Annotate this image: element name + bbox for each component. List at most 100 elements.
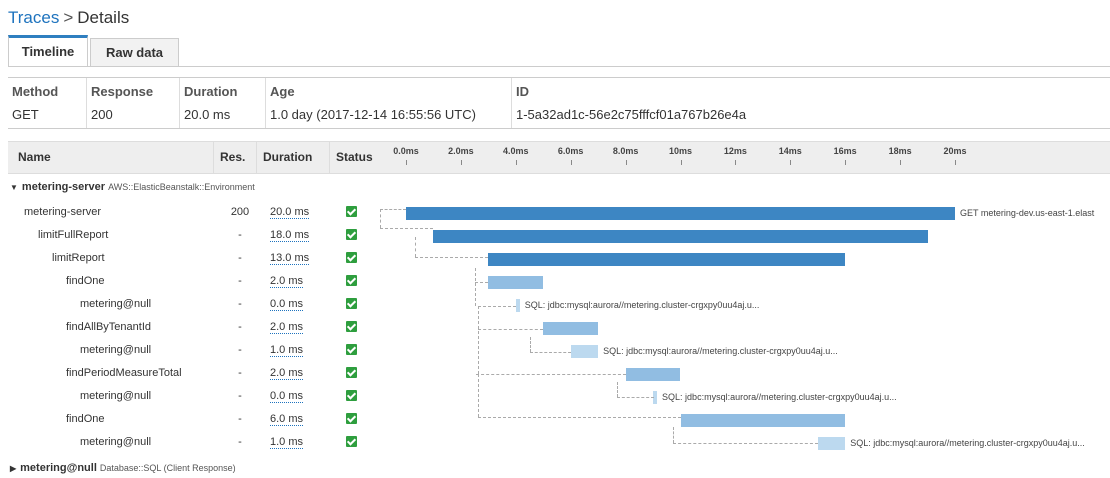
segment-name: metering@null	[80, 298, 152, 310]
segment-bar-label: SQL: jdbc:mysql:aurora//metering.cluster…	[524, 300, 760, 310]
segment-bar[interactable]	[570, 345, 599, 358]
segment-bar[interactable]	[488, 253, 846, 266]
connector-line	[478, 306, 516, 307]
connector-line	[530, 337, 531, 352]
section-type: AWS::ElasticBeanstalk::Environment	[108, 182, 255, 192]
breadcrumb-current: Details	[77, 8, 130, 27]
segment-name: metering@null	[80, 390, 152, 402]
segment-name: limitReport	[52, 252, 105, 264]
segment-duration-link[interactable]: 0.0 ms	[270, 390, 304, 403]
tab-raw-data[interactable]: Raw data	[90, 38, 179, 66]
summary-age-value: 1.0 day (2017-12-14 16:55:56 UTC)	[270, 107, 476, 122]
segment-duration-link[interactable]: 2.0 ms	[270, 275, 304, 288]
connector-line	[380, 228, 433, 229]
segment-bar[interactable]	[488, 276, 544, 289]
segment-name: findAllByTenantId	[66, 321, 151, 333]
segment-bar-label: SQL: jdbc:mysql:aurora//metering.cluster…	[850, 438, 1085, 448]
segment-row[interactable]: findOne - 6.0 ms	[8, 408, 1110, 431]
time-tick: 10ms	[661, 146, 701, 165]
time-tick: 18ms	[880, 146, 920, 165]
timeline-header: Name Res. Duration Status 0.0ms 2.0ms 4.0m…	[8, 141, 1110, 174]
segment-bar-label: GET metering-dev.us-east-1.elast	[960, 208, 1095, 218]
segment-duration-link[interactable]: 2.0 ms	[270, 367, 304, 380]
section-type: Database::SQL (Client Response)	[99, 463, 236, 473]
connector-line	[415, 257, 488, 258]
segment-row[interactable]: findOne - 2.0 ms	[8, 270, 1110, 293]
segment-name: findOne	[66, 275, 105, 287]
column-status[interactable]: Status	[329, 142, 378, 173]
breadcrumb-traces-link[interactable]: Traces	[8, 8, 59, 27]
summary-id-header: ID	[516, 84, 529, 99]
segment-row[interactable]: metering@null - 0.0 ms	[8, 385, 1110, 408]
tab-bar: Timeline Raw data	[8, 35, 1110, 67]
section-name: metering@null	[20, 462, 97, 474]
segment-bar[interactable]	[680, 414, 846, 427]
status-ok-check-icon	[346, 344, 357, 355]
segment-bar[interactable]	[515, 299, 520, 312]
segment-name: metering-server	[24, 206, 102, 218]
caret-down-icon: ▼	[10, 183, 18, 192]
segment-name: metering@null	[80, 436, 152, 448]
summary-id: ID 1-5a32ad1c-56e2c75fffcf01a767b26e4a	[511, 78, 1106, 128]
status-ok-check-icon	[346, 436, 357, 447]
segment-duration-link[interactable]: 18.0 ms	[270, 229, 310, 242]
time-tick: 16ms	[825, 146, 865, 165]
segment-response: -	[238, 275, 242, 287]
summary-id-value: 1-5a32ad1c-56e2c75fffcf01a767b26e4a	[516, 107, 747, 122]
column-duration[interactable]: Duration	[256, 142, 326, 173]
breadcrumb-separator: >	[63, 8, 74, 27]
segment-duration-link[interactable]: 2.0 ms	[270, 321, 304, 334]
segment-response: -	[238, 413, 242, 425]
section-metering-null[interactable]: ▶ metering@null Database::SQL (Client Resp…	[10, 462, 236, 474]
segment-bar[interactable]	[817, 437, 846, 450]
summary-method-value: GET	[12, 107, 39, 122]
time-tick: 6.0ms	[551, 146, 591, 165]
segment-duration-link[interactable]: 13.0 ms	[270, 252, 310, 265]
segment-duration-link[interactable]: 6.0 ms	[270, 413, 304, 426]
segment-row[interactable]: metering@null - 1.0 ms	[8, 339, 1110, 362]
summary-response-header: Response	[91, 84, 154, 99]
status-ok-check-icon	[346, 390, 357, 401]
section-metering-server[interactable]: ▼ metering-server AWS::ElasticBeanstalk::E…	[10, 181, 255, 193]
segment-response: -	[238, 390, 242, 402]
connector-line	[478, 374, 479, 417]
connector-line	[617, 382, 618, 397]
segment-duration-link[interactable]: 1.0 ms	[270, 436, 304, 449]
column-res[interactable]: Res.	[213, 142, 260, 173]
segment-response: -	[238, 321, 242, 333]
breadcrumb: Traces > Details	[8, 8, 129, 28]
segment-name: findPeriodMeasureTotal	[66, 367, 182, 379]
segment-duration-link[interactable]: 1.0 ms	[270, 344, 304, 357]
time-tick: 12ms	[715, 146, 755, 165]
segment-name: metering@null	[80, 344, 152, 356]
connector-line	[478, 417, 681, 418]
segment-bar[interactable]	[433, 230, 928, 243]
column-name[interactable]: Name	[18, 142, 51, 173]
time-tick: 20ms	[935, 146, 975, 165]
tab-timeline[interactable]: Timeline	[8, 35, 88, 66]
status-ok-check-icon	[346, 229, 357, 240]
segment-response: -	[238, 229, 242, 241]
segment-response: 200	[230, 206, 250, 218]
segment-response: -	[238, 344, 242, 356]
section-name: metering-server	[21, 181, 106, 193]
connector-line	[415, 237, 416, 257]
summary-age: Age 1.0 day (2017-12-14 16:55:56 UTC)	[265, 78, 516, 128]
segment-bar-label: SQL: jdbc:mysql:aurora//metering.cluster…	[662, 392, 897, 402]
summary-method: Method GET	[8, 78, 90, 128]
segment-bar[interactable]	[543, 322, 599, 335]
trace-summary: Method GET Response 200 Duration 20.0 ms…	[8, 77, 1110, 129]
time-tick: 0.0ms	[386, 146, 426, 165]
time-tick: 14ms	[770, 146, 810, 165]
segment-duration-link[interactable]: 0.0 ms	[270, 298, 304, 311]
time-tick: 2.0ms	[441, 146, 481, 165]
segment-bar[interactable]	[625, 368, 681, 381]
segment-duration-link[interactable]: 20.0 ms	[270, 206, 310, 219]
summary-method-header: Method	[12, 84, 59, 99]
segment-bar[interactable]	[406, 207, 955, 220]
summary-response-value: 200	[91, 107, 113, 122]
connector-line	[617, 397, 654, 398]
segment-response: -	[238, 436, 242, 448]
connector-line	[673, 443, 818, 444]
summary-duration-value: 20.0 ms	[184, 107, 231, 122]
